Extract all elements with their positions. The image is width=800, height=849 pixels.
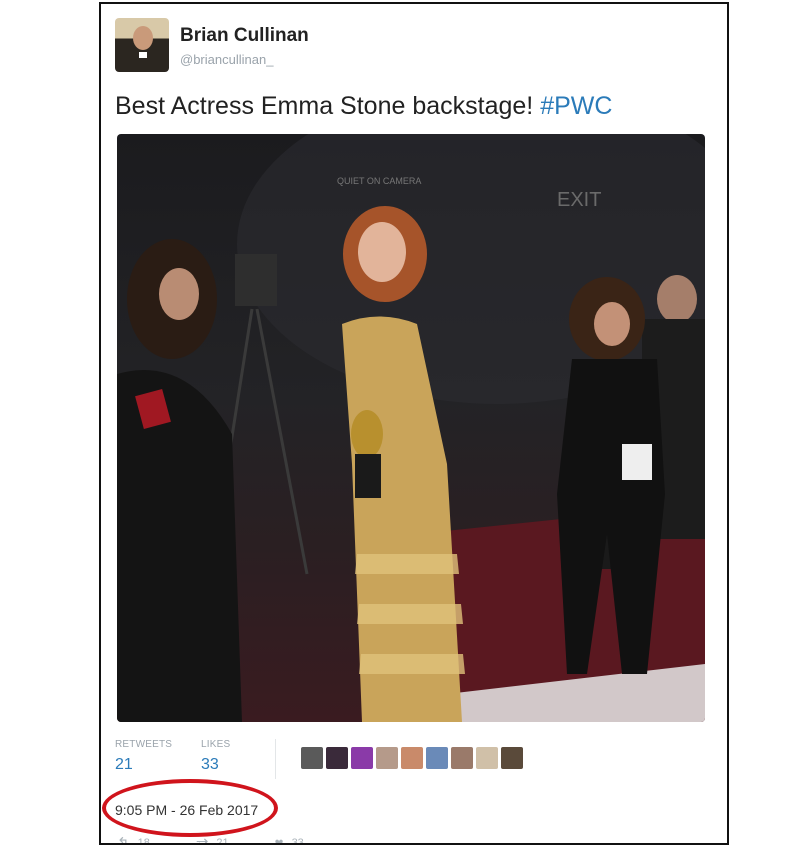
author-handle[interactable]: @briancullinan_ <box>180 52 273 67</box>
liker-avatar[interactable] <box>426 747 448 769</box>
liker-avatar[interactable] <box>326 747 348 769</box>
tweet-actions: ↰ 18 ⇄ 21 ♥ 33 <box>117 834 350 845</box>
liker-avatar[interactable] <box>401 747 423 769</box>
liker-avatar[interactable] <box>476 747 498 769</box>
retweet-count: 21 <box>216 837 229 845</box>
likes-count: 33 <box>201 756 219 773</box>
oscar-base <box>355 454 381 498</box>
liker-avatars <box>301 747 523 769</box>
tweet-text: Best Actress Emma Stone backstage! #PWC <box>115 92 612 121</box>
photo-scene: QUIET ON CAMERA EXIT <box>117 134 705 722</box>
reply-count: 18 <box>137 837 150 845</box>
avatar-face <box>133 26 153 50</box>
badge <box>622 444 652 480</box>
retweet-icon: ⇄ <box>195 835 209 845</box>
left-woman-face <box>159 268 199 320</box>
exit-sign: EXIT <box>557 189 601 211</box>
heart-icon: ♥ <box>274 834 284 845</box>
author-name[interactable]: Brian Cullinan <box>180 25 309 47</box>
retweets-stat[interactable]: RETWEETS 21 <box>115 739 172 774</box>
retweets-label: RETWEETS <box>115 739 173 750</box>
retweets-count: 21 <box>115 756 133 773</box>
liker-avatar[interactable] <box>451 747 473 769</box>
oscar-statuette <box>351 410 383 458</box>
liker-avatar[interactable] <box>301 747 323 769</box>
center-woman-face <box>358 222 406 282</box>
tweet-photo[interactable]: QUIET ON CAMERA EXIT <box>117 134 705 722</box>
liker-avatar[interactable] <box>376 747 398 769</box>
left-woman-dress <box>117 370 242 722</box>
tripod-leg-right <box>255 308 309 575</box>
like-count: 33 <box>291 837 304 845</box>
reply-button[interactable]: ↰ 18 <box>117 834 150 845</box>
gown-fringe <box>355 554 465 674</box>
camera <box>235 254 277 306</box>
stats-divider <box>275 739 276 779</box>
quiet-on-camera-sign: QUIET ON CAMERA <box>337 176 421 186</box>
liker-avatar[interactable] <box>351 747 373 769</box>
like-button[interactable]: ♥ 33 <box>274 834 304 845</box>
tweet-card: Brian Cullinan @briancullinan_ Best Actr… <box>99 2 729 845</box>
avatar[interactable] <box>115 18 169 72</box>
likes-label: LIKES <box>201 739 231 750</box>
right-woman-face <box>594 302 630 346</box>
tweet-timestamp[interactable]: 9:05 PM - 26 Feb 2017 <box>115 802 258 818</box>
reply-icon: ↰ <box>117 835 130 845</box>
hashtag-link[interactable]: #PWC <box>540 92 612 120</box>
tweet-text-body: Best Actress Emma Stone backstage! <box>115 92 541 120</box>
man-right-face <box>657 275 697 323</box>
retweet-button[interactable]: ⇄ 21 <box>195 834 229 845</box>
avatar-collar <box>139 52 147 58</box>
likes-stat[interactable]: LIKES 33 <box>201 739 230 774</box>
liker-avatar[interactable] <box>501 747 523 769</box>
